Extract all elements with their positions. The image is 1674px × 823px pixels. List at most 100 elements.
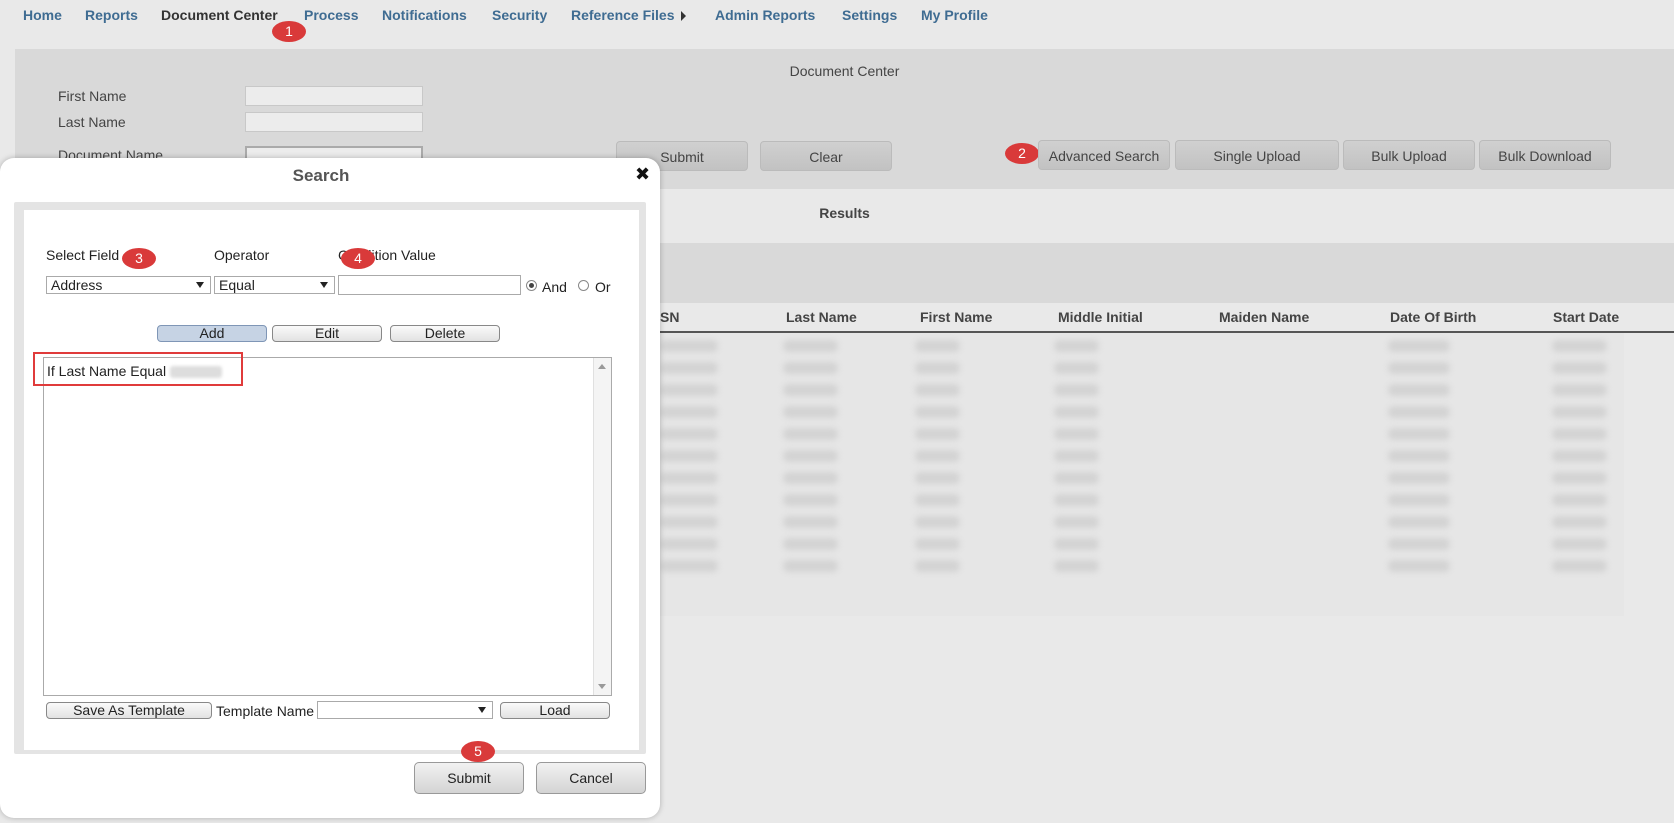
- redacted-cell: [915, 450, 960, 462]
- redacted-cell: [915, 472, 960, 484]
- bulk-upload-button[interactable]: Bulk Upload: [1343, 140, 1475, 170]
- chevron-down-icon: [478, 707, 486, 713]
- redacted-cell: [660, 362, 718, 374]
- step-badge-2: 2: [1005, 143, 1039, 164]
- col-middle-initial[interactable]: Middle Initial: [1058, 309, 1143, 325]
- redacted-cell: [1552, 494, 1607, 506]
- redacted-cell: [783, 450, 838, 462]
- search-cancel-button[interactable]: Cancel: [536, 762, 646, 794]
- redacted-cell: [1552, 340, 1607, 352]
- dc-clear-button[interactable]: Clear: [760, 141, 892, 171]
- redacted-cell: [1552, 516, 1607, 528]
- load-button[interactable]: Load: [500, 702, 610, 719]
- redacted-cell: [1388, 384, 1450, 396]
- redacted-cell: [1552, 472, 1607, 484]
- first-name-input[interactable]: [245, 86, 423, 106]
- redacted-cell: [915, 494, 960, 506]
- condition-value-input[interactable]: [338, 275, 521, 295]
- redacted-cell: [1054, 340, 1099, 352]
- and-radio[interactable]: [526, 280, 537, 291]
- col-start-date[interactable]: Start Date: [1553, 309, 1619, 325]
- redacted-cell: [1388, 362, 1450, 374]
- redacted-cell: [1054, 362, 1099, 374]
- redacted-cell: [1388, 428, 1450, 440]
- chevron-down-icon: [320, 282, 328, 288]
- redacted-cell: [660, 538, 718, 550]
- nav-admin-reports[interactable]: Admin Reports: [715, 7, 815, 23]
- redacted-cell: [1388, 406, 1450, 418]
- redacted-cell: [1552, 384, 1607, 396]
- redacted-cell: [783, 384, 838, 396]
- or-radio[interactable]: [578, 280, 589, 291]
- redacted-cell: [1552, 538, 1607, 550]
- last-name-label: Last Name: [58, 114, 126, 130]
- first-name-label: First Name: [58, 88, 127, 104]
- redacted-cell: [1388, 472, 1450, 484]
- redacted-cell: [1552, 428, 1607, 440]
- redacted-cell: [783, 340, 838, 352]
- operator-value: Equal: [219, 277, 255, 293]
- redacted-cell: [915, 384, 960, 396]
- redacted-cell: [915, 428, 960, 440]
- advanced-search-button[interactable]: Advanced Search: [1038, 140, 1170, 170]
- nav-settings[interactable]: Settings: [842, 7, 897, 23]
- col-date-of-birth[interactable]: Date Of Birth: [1390, 309, 1476, 325]
- select-field-value: Address: [51, 277, 103, 293]
- template-name-label: Template Name: [216, 703, 315, 719]
- redacted-cell: [660, 560, 718, 572]
- save-as-template-button[interactable]: Save As Template: [46, 702, 212, 719]
- redacted-cell: [915, 406, 960, 418]
- scroll-down-icon[interactable]: [598, 684, 606, 689]
- operator-dropdown[interactable]: Equal: [214, 276, 335, 294]
- redacted-cell: [915, 362, 960, 374]
- redacted-cell: [1552, 362, 1607, 374]
- nav-notifications[interactable]: Notifications: [382, 7, 467, 23]
- nav-reports[interactable]: Reports: [85, 7, 138, 23]
- redacted-cell: [1054, 384, 1099, 396]
- top-nav: Home Reports Document Center Process Not…: [0, 0, 1674, 30]
- col-first-name[interactable]: First Name: [920, 309, 992, 325]
- col-maiden-name[interactable]: Maiden Name: [1219, 309, 1309, 325]
- redacted-cell: [783, 560, 838, 572]
- condition-highlight: [33, 352, 243, 386]
- select-field-dropdown[interactable]: Address: [46, 276, 211, 294]
- nav-reference-files[interactable]: Reference Files: [571, 7, 686, 23]
- redacted-cell: [660, 406, 718, 418]
- redacted-cell: [1388, 340, 1450, 352]
- close-icon[interactable]: ✖: [635, 164, 650, 185]
- redacted-cell: [1552, 406, 1607, 418]
- last-name-input[interactable]: [245, 112, 423, 132]
- conditions-list[interactable]: If Last Name Equal: [43, 357, 612, 696]
- bulk-download-button[interactable]: Bulk Download: [1479, 140, 1611, 170]
- search-submit-button[interactable]: Submit: [414, 762, 524, 794]
- step-badge-5: 5: [461, 741, 495, 762]
- nav-my-profile[interactable]: My Profile: [921, 7, 988, 23]
- nav-home[interactable]: Home: [23, 7, 62, 23]
- nav-document-center[interactable]: Document Center: [161, 7, 278, 23]
- nav-process[interactable]: Process: [304, 7, 358, 23]
- template-name-dropdown[interactable]: [317, 701, 493, 719]
- nav-security[interactable]: Security: [492, 7, 547, 23]
- edit-button[interactable]: Edit: [272, 325, 382, 342]
- redacted-cell: [1552, 450, 1607, 462]
- col-sn[interactable]: SN: [660, 309, 679, 325]
- operator-label: Operator: [214, 247, 270, 263]
- redacted-cell: [660, 340, 718, 352]
- conditions-scrollbar[interactable]: [593, 358, 611, 695]
- scroll-up-icon[interactable]: [598, 364, 606, 369]
- step-badge-1: 1: [272, 21, 306, 42]
- col-last-name[interactable]: Last Name: [786, 309, 857, 325]
- delete-button[interactable]: Delete: [390, 325, 500, 342]
- redacted-cell: [783, 406, 838, 418]
- redacted-cell: [660, 472, 718, 484]
- redacted-cell: [660, 428, 718, 440]
- redacted-cell: [1054, 560, 1099, 572]
- redacted-cell: [783, 472, 838, 484]
- redacted-cell: [660, 384, 718, 396]
- add-button[interactable]: Add: [157, 325, 267, 342]
- redacted-cell: [1054, 450, 1099, 462]
- single-upload-button[interactable]: Single Upload: [1175, 140, 1339, 170]
- redacted-cell: [1054, 538, 1099, 550]
- redacted-cell: [1054, 494, 1099, 506]
- redacted-cell: [1388, 516, 1450, 528]
